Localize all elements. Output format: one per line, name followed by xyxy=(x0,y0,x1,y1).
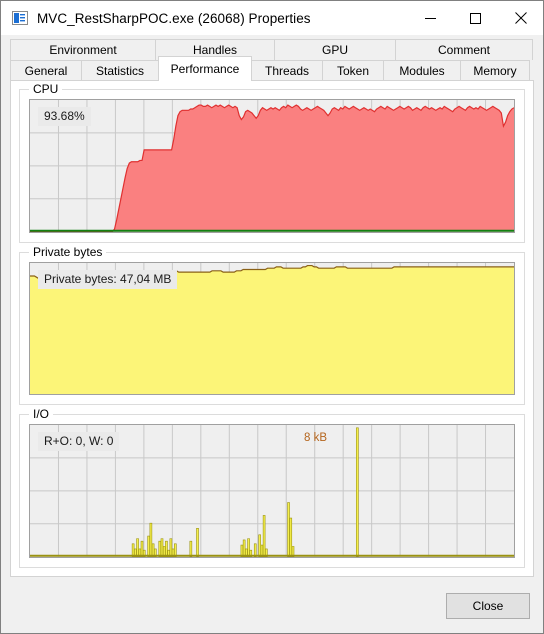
cpu-value-label: 93.68% xyxy=(38,107,91,126)
tab-modules-label: Modules xyxy=(399,64,445,78)
window-controls xyxy=(408,1,543,35)
title-bar: MVC_RestSharpPOC.exe (26068) Properties xyxy=(1,1,543,35)
io-group-label: I/O xyxy=(29,407,54,422)
tab-modules[interactable]: Modules xyxy=(383,60,461,81)
io-graph[interactable]: R+O: 0, W: 0 8 kB xyxy=(29,424,515,559)
tab-threads-label: Threads xyxy=(264,64,310,78)
private-bytes-graph[interactable]: Private bytes: 47,04 MB xyxy=(29,261,515,396)
private-bytes-groupbox: Private bytes Private bytes: 47,04 MB xyxy=(19,244,525,406)
minimize-button[interactable] xyxy=(408,1,453,35)
private-bytes-value-label: Private bytes: 47,04 MB xyxy=(38,269,178,289)
tab-environment[interactable]: Environment xyxy=(10,39,156,60)
tab-gpu[interactable]: GPU xyxy=(274,39,396,60)
tab-threads[interactable]: Threads xyxy=(251,60,323,81)
properties-window-icon xyxy=(12,10,28,26)
tab-comment-label: Comment xyxy=(437,43,490,57)
tab-comment[interactable]: Comment xyxy=(395,39,533,60)
maximize-button[interactable] xyxy=(453,1,498,35)
close-button-label: Close xyxy=(472,599,504,613)
tab-general[interactable]: General xyxy=(10,60,82,81)
close-button-titlebar[interactable] xyxy=(498,1,543,35)
private-bytes-group-label: Private bytes xyxy=(29,244,107,259)
tab-gpu-label: GPU xyxy=(321,43,348,57)
io-groupbox: I/O R+O: 0, W: 0 8 kB xyxy=(19,407,525,569)
dialog-footer: Close xyxy=(1,577,543,633)
cpu-groupbox: CPU 93.68% xyxy=(19,82,525,243)
cpu-group-label: CPU xyxy=(29,82,63,96)
tab-token-label: Token xyxy=(336,64,370,78)
tab-general-label: General xyxy=(24,64,68,78)
cpu-graph-canvas xyxy=(30,100,514,232)
properties-window: MVC_RestSharpPOC.exe (26068) Properties … xyxy=(0,0,544,634)
io-value-label: R+O: 0, W: 0 xyxy=(38,432,120,452)
tab-row-1: Environment Handles GPU Comment xyxy=(10,39,534,60)
tab-row-2: General Statistics Performance Threads T… xyxy=(10,56,534,81)
tab-memory[interactable]: Memory xyxy=(460,60,530,81)
performance-tab-page: CPU 93.68% Private bytes Private bytes: … xyxy=(10,80,534,577)
tab-performance[interactable]: Performance xyxy=(158,56,252,81)
tab-performance-label: Performance xyxy=(170,62,240,76)
tab-handles-label: Handles xyxy=(192,43,238,57)
tab-statistics-label: Statistics xyxy=(95,64,144,78)
tab-environment-label: Environment xyxy=(49,43,117,57)
io-peak-label: 8 kB xyxy=(304,432,328,445)
tab-token[interactable]: Token xyxy=(322,60,384,81)
cpu-graph[interactable]: 93.68% xyxy=(29,99,515,233)
tab-statistics[interactable]: Statistics xyxy=(81,60,159,81)
tab-strip: Environment Handles GPU Comment General … xyxy=(1,35,543,81)
tab-memory-label: Memory xyxy=(473,64,517,78)
window-title: MVC_RestSharpPOC.exe (26068) Properties xyxy=(37,10,311,26)
close-button[interactable]: Close xyxy=(446,593,530,619)
